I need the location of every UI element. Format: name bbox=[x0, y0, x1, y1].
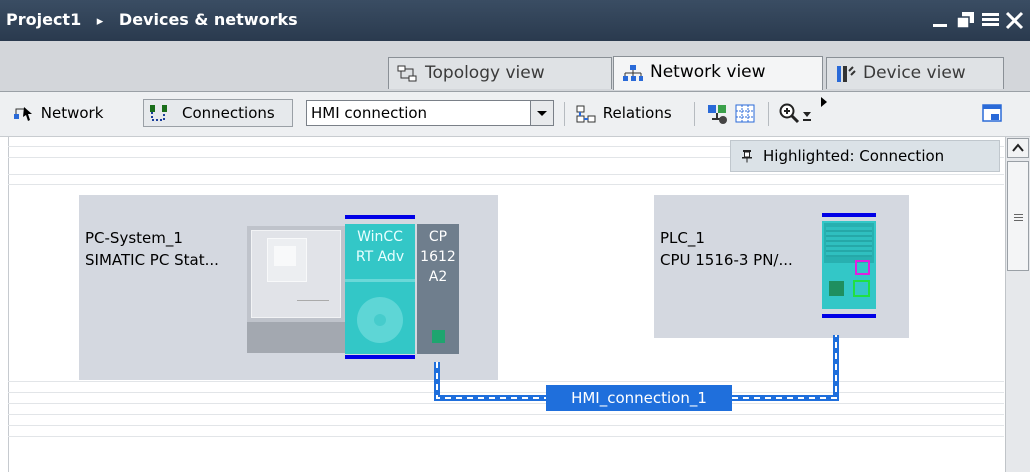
connection-label[interactable]: HMI_connection_1 bbox=[546, 385, 732, 411]
vertical-scrollbar[interactable] bbox=[1005, 137, 1030, 472]
scroll-thumb[interactable] bbox=[1007, 161, 1029, 271]
scroll-up-button[interactable] bbox=[1007, 138, 1029, 158]
close-icon[interactable] bbox=[1004, 8, 1026, 32]
hmi-connection-line[interactable] bbox=[0, 0, 1004, 472]
chevron-up-icon bbox=[1012, 143, 1024, 152]
